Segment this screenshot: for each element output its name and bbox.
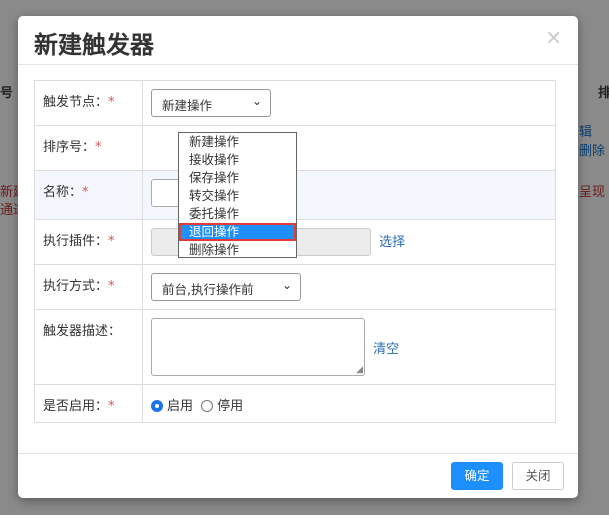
close-button[interactable]: 关闭 bbox=[512, 462, 564, 490]
clear-description-link[interactable]: 清空 bbox=[373, 338, 399, 357]
disabled-radio[interactable] bbox=[201, 400, 214, 412]
description-textarea[interactable]: ◢ bbox=[151, 318, 365, 376]
dropdown-option[interactable]: 新建操作 bbox=[179, 133, 296, 151]
modal-title: 新建触发器 bbox=[34, 31, 154, 59]
required-mark: * bbox=[95, 140, 102, 155]
enabled-radio-label: 启用 bbox=[167, 399, 194, 414]
exec-mode-label: 执行方式：* bbox=[34, 264, 143, 310]
resize-grip-icon: ◢ bbox=[356, 365, 363, 375]
select-plugin-link[interactable]: 选择 bbox=[379, 235, 405, 250]
trigger-node-dropdown: 新建操作 接收操作 保存操作 转交操作 委托操作 退回操作 删除操作 bbox=[178, 132, 297, 258]
dropdown-option[interactable]: 保存操作 bbox=[179, 169, 296, 187]
exec-mode-select[interactable]: 前台,执行操作前 ⌄ bbox=[151, 273, 301, 301]
trigger-node-select[interactable]: 新建操作 ⌄ bbox=[151, 89, 271, 117]
row-description: 触发器描述： ◢ 清空 bbox=[34, 309, 556, 385]
row-trigger-node: 触发节点：* 新建操作 ⌄ bbox=[34, 80, 556, 126]
name-label: 名称：* bbox=[34, 170, 143, 220]
modal-footer: 确定 关闭 bbox=[18, 453, 578, 498]
disabled-radio-label: 停用 bbox=[217, 399, 244, 414]
chevron-down-icon: ⌄ bbox=[281, 278, 292, 292]
sort-no-label: 排序号：* bbox=[34, 125, 143, 171]
new-trigger-modal: 新建触发器 × 触发节点：* 新建操作 ⌄ 排序号：* 名称：* 执行插件：* … bbox=[18, 16, 578, 498]
required-mark: * bbox=[108, 279, 115, 294]
bg-header-left: 号 bbox=[0, 86, 14, 101]
enabled-label: 是否启用：* bbox=[34, 384, 143, 423]
bg-row-text-3: 呈现 bbox=[579, 185, 606, 200]
bg-header-right: 排 bbox=[598, 86, 609, 101]
close-icon[interactable]: × bbox=[545, 27, 562, 47]
dropdown-option[interactable]: 删除操作 bbox=[179, 241, 296, 259]
required-mark: * bbox=[108, 234, 115, 249]
plugin-label: 执行插件：* bbox=[34, 219, 143, 265]
description-label: 触发器描述： bbox=[34, 309, 143, 385]
confirm-button[interactable]: 确定 bbox=[451, 462, 503, 490]
row-enabled: 是否启用：* 启用 停用 bbox=[34, 384, 556, 423]
dropdown-option-highlighted[interactable]: 退回操作 bbox=[179, 223, 296, 241]
enabled-radio[interactable] bbox=[151, 400, 163, 412]
required-mark: * bbox=[82, 185, 89, 200]
row-exec-mode: 执行方式：* 前台,执行操作前 ⌄ bbox=[34, 264, 556, 310]
dropdown-option[interactable]: 接收操作 bbox=[179, 151, 296, 169]
dropdown-option[interactable]: 转交操作 bbox=[179, 187, 296, 205]
modal-header: 新建触发器 × bbox=[18, 16, 578, 65]
bg-row-actions: 辑 删除 bbox=[579, 125, 606, 159]
required-mark: * bbox=[108, 95, 115, 110]
required-mark: * bbox=[108, 399, 115, 414]
trigger-node-label: 触发节点：* bbox=[34, 80, 143, 126]
dropdown-option[interactable]: 委托操作 bbox=[179, 205, 296, 223]
chevron-down-icon: ⌄ bbox=[251, 94, 262, 108]
